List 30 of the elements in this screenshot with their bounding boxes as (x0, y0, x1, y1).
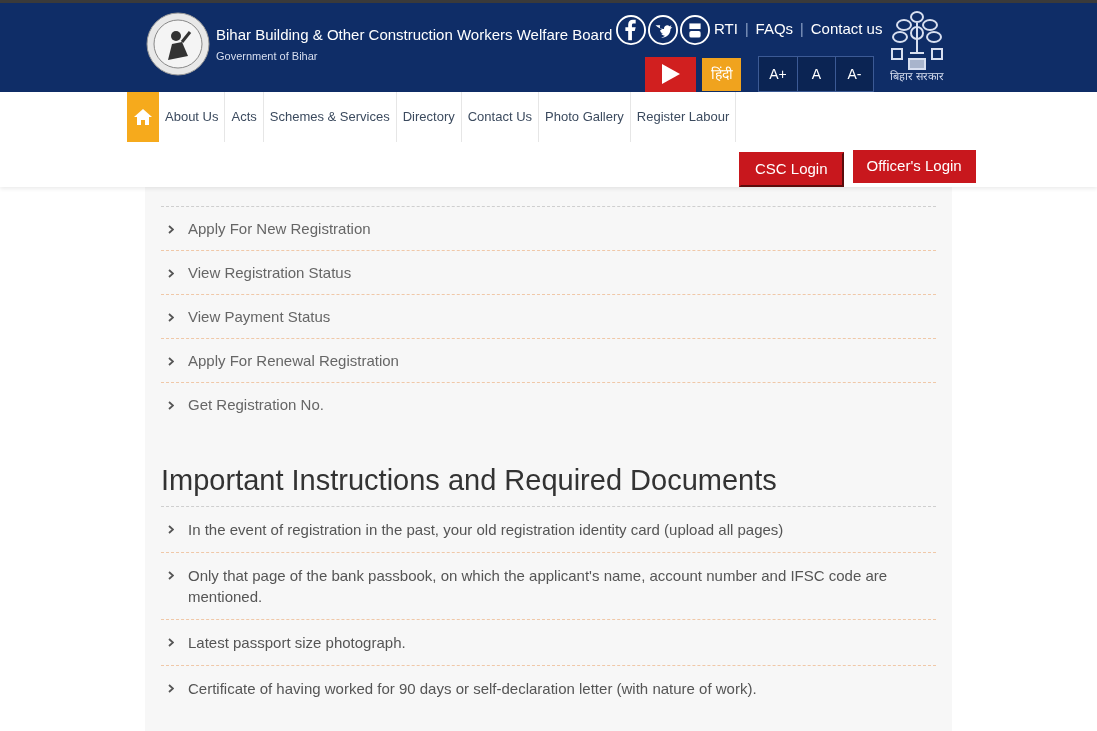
login-button[interactable]: Officer's Login (852, 150, 976, 183)
header-link[interactable]: RTI (714, 18, 738, 41)
nav-tab[interactable]: Directory (396, 92, 462, 142)
registration-link[interactable]: View Registration Status (188, 263, 352, 282)
nav-tab[interactable]: Photo Gallery (539, 92, 631, 142)
registration-link[interactable]: Get Registration No. (188, 395, 324, 414)
instruction-item: Certificate of having worked for 90 days or self-declaration letter (with nature of work). (188, 679, 757, 699)
login-button[interactable]: CSC Login (739, 152, 844, 187)
registration-link[interactable]: View Payment Status (188, 307, 331, 326)
instruction-item: Only that page of the bank passbook, on which the applicant's name, account number and IFSC code are mentioned. (188, 566, 889, 607)
nav-tab[interactable]: Register Labour (630, 92, 737, 142)
emblem-caption: बिहार सरकार (889, 71, 945, 83)
font-size-button[interactable]: A- (835, 57, 873, 91)
nav-tab[interactable]: About Us (159, 92, 226, 142)
site-title: Bihar Building & Other Construction Workers Welfare Board (216, 24, 613, 45)
link-separator: | (800, 19, 804, 39)
nav-tab[interactable]: Contact Us (461, 92, 540, 142)
instruction-item: Latest passport size photograph. (188, 633, 406, 653)
header-link[interactable]: Contact us (810, 18, 883, 41)
nav-tab[interactable]: Schemes & Services (263, 92, 397, 142)
font-size-button[interactable]: A (797, 57, 835, 91)
header-link[interactable]: FAQs (755, 18, 794, 41)
instruction-item: In the event of registration in the past, your old registration identity card (upload all pages) (188, 520, 784, 540)
site-subtitle: Government of Bihar (216, 48, 319, 64)
nav-tab[interactable]: Acts (225, 92, 264, 142)
link-separator: | (744, 19, 749, 39)
font-size-button[interactable]: A+ (759, 57, 797, 91)
registration-link[interactable]: Apply For Renewal Registration (188, 351, 399, 370)
registration-link[interactable]: Apply For New Registration (188, 219, 371, 238)
section-heading: Important Instructions and Required Documents (161, 462, 936, 507)
